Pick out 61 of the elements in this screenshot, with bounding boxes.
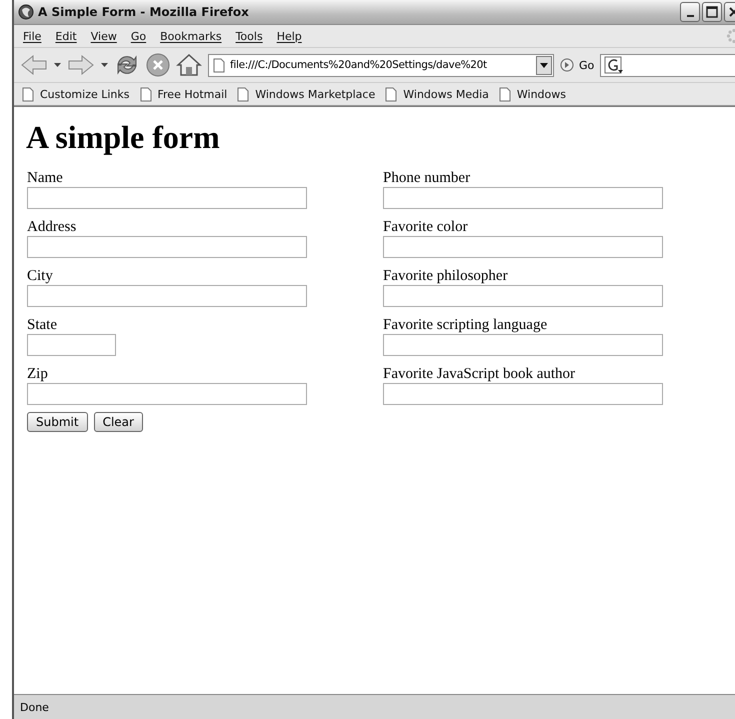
back-icon[interactable] (20, 54, 48, 76)
menu-item[interactable]: Tools (228, 28, 270, 44)
maximize-button[interactable] (702, 2, 722, 22)
search-field[interactable] (600, 54, 735, 76)
minimize-button[interactable] (680, 2, 700, 22)
menu-item[interactable]: View (84, 28, 124, 44)
field-label: Phone number (383, 170, 472, 187)
minimize-icon (686, 14, 694, 16)
bookmark-link[interactable]: Windows Media (385, 86, 489, 102)
field-label: Favorite scripting language (383, 317, 548, 334)
text-field[interactable] (383, 285, 663, 307)
page-icon (22, 86, 34, 102)
address-field[interactable]: file:///C:/Documents%20and%20Settings/dave%20t (208, 54, 554, 76)
caret-icon (540, 62, 548, 68)
menu-item[interactable]: Help (270, 28, 309, 44)
page-icon (385, 86, 398, 102)
text-field[interactable] (383, 383, 663, 405)
field-label: Favorite JavaScript book author (383, 366, 576, 383)
forward-icon[interactable] (67, 54, 95, 76)
field-label: Zip (27, 366, 49, 383)
search-engine-icon[interactable] (604, 56, 624, 74)
clear-button[interactable]: Clear (94, 412, 143, 432)
play-icon (560, 58, 574, 72)
field-label: City (27, 268, 54, 285)
go-button[interactable]: Go (560, 58, 594, 72)
text-field[interactable] (27, 383, 307, 405)
text-field[interactable] (383, 187, 663, 209)
submit-button[interactable]: Submit (27, 412, 88, 432)
text-field[interactable] (27, 285, 307, 307)
menu-item[interactable]: Go (124, 28, 154, 44)
bookmark-link[interactable]: Windows (498, 86, 566, 102)
home-icon[interactable] (176, 53, 202, 77)
caret-icon[interactable] (101, 63, 108, 67)
text-field[interactable] (27, 334, 116, 356)
bookmark-link[interactable]: Windows Marketplace (237, 86, 376, 102)
globe-icon (18, 4, 34, 20)
text-field[interactable] (27, 187, 307, 209)
field-label: State (27, 317, 58, 334)
page-heading: A simple form (26, 119, 221, 156)
text-field[interactable] (383, 334, 663, 356)
status-text: Done (20, 700, 49, 714)
field-label: Favorite color (383, 219, 469, 236)
bookmark-link[interactable]: Customize Links (22, 86, 130, 102)
maximize-icon (706, 6, 718, 18)
page-icon (213, 58, 225, 72)
field-label: Name (27, 170, 64, 187)
menu-item[interactable]: File (16, 28, 48, 44)
page-icon (140, 86, 152, 102)
caret-icon[interactable] (54, 63, 61, 67)
bookmark-link[interactable]: Free Hotmail (140, 86, 228, 102)
menu-item[interactable]: Bookmarks (153, 28, 229, 44)
text-field[interactable] (27, 236, 307, 258)
text-field[interactable] (383, 236, 663, 258)
stop-icon[interactable] (146, 53, 170, 77)
page-icon (498, 86, 511, 102)
dropdown-button[interactable] (536, 56, 552, 74)
field-label: Address (27, 219, 78, 236)
field-label: Favorite philosopher (383, 268, 509, 285)
menu-item[interactable]: Edit (48, 28, 84, 44)
window-title: A Simple Form - Mozilla Firefox (38, 5, 250, 19)
page-icon (237, 86, 250, 102)
